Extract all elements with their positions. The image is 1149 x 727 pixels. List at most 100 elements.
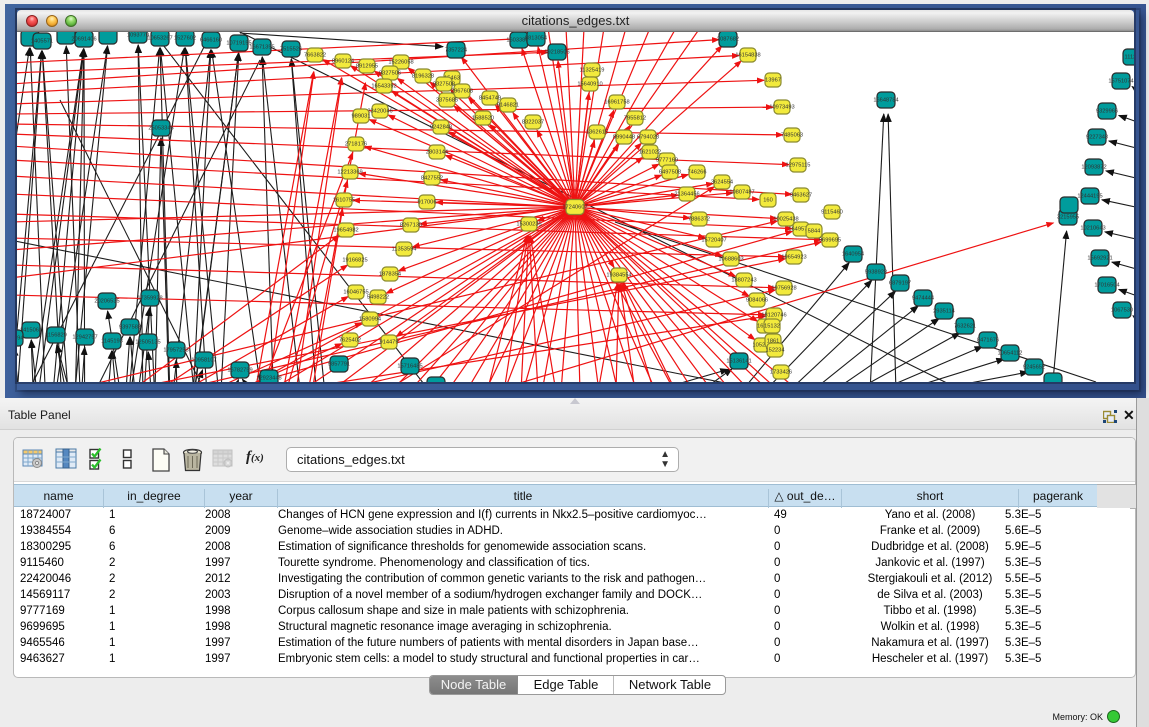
svg-text:9227343: 9227343 xyxy=(1086,135,1108,141)
svg-text:9474444: 9474444 xyxy=(912,296,934,302)
svg-text:6497508: 6497508 xyxy=(659,170,681,176)
svg-text:917006: 917006 xyxy=(418,200,437,206)
svg-text:8990448: 8990448 xyxy=(613,135,635,141)
svg-text:5844: 5844 xyxy=(808,229,821,235)
svg-text:16671355: 16671355 xyxy=(249,45,274,51)
svg-text:914479: 914479 xyxy=(380,340,399,346)
svg-text:13967: 13967 xyxy=(765,78,781,84)
svg-text:17957253: 17957253 xyxy=(163,348,188,354)
svg-text:2803144: 2803144 xyxy=(426,150,448,156)
svg-text:12093872: 12093872 xyxy=(1081,165,1106,171)
svg-text:20206535: 20206535 xyxy=(94,299,119,305)
svg-text:17240607: 17240607 xyxy=(562,205,587,211)
svg-text:20691406: 20691406 xyxy=(71,37,96,43)
svg-text:19756928: 19756928 xyxy=(771,286,796,292)
svg-text:21364456: 21364456 xyxy=(674,192,699,198)
svg-text:15136141: 15136141 xyxy=(726,359,751,365)
svg-text:12213369: 12213369 xyxy=(337,170,362,176)
svg-text:9327506: 9327506 xyxy=(379,71,401,77)
svg-text:25053346: 25053346 xyxy=(148,126,173,132)
svg-text:15132: 15132 xyxy=(764,324,780,330)
svg-text:15751074: 15751074 xyxy=(1108,79,1133,85)
svg-text:7955812: 7955812 xyxy=(624,116,646,122)
svg-text:3375685: 3375685 xyxy=(436,98,458,104)
svg-text:1878354: 1878354 xyxy=(379,272,401,278)
svg-text:8196328: 8196328 xyxy=(412,74,434,80)
svg-text:1067530: 1067530 xyxy=(1111,308,1133,314)
svg-text:11353594: 11353594 xyxy=(392,247,417,253)
svg-text:10958107: 10958107 xyxy=(191,358,216,364)
svg-text:15640910: 15640910 xyxy=(577,82,602,88)
svg-text:1362615: 1362615 xyxy=(586,130,608,136)
svg-text:1156829: 1156829 xyxy=(45,333,67,339)
svg-text:2718176: 2718176 xyxy=(345,142,367,148)
svg-text:8267130: 8267130 xyxy=(400,223,422,229)
svg-text:7515526: 7515526 xyxy=(280,47,302,53)
svg-text:17016504: 17016504 xyxy=(1094,283,1119,289)
svg-text:3624554: 3624554 xyxy=(711,180,733,186)
svg-text:7886372: 7886372 xyxy=(688,217,710,223)
svg-text:8912955: 8912955 xyxy=(356,64,378,70)
svg-text:10653267: 10653267 xyxy=(147,36,172,42)
svg-text:7632621: 7632621 xyxy=(954,324,976,330)
svg-text:7625402: 7625402 xyxy=(339,338,361,344)
svg-text:3215955: 3215955 xyxy=(1057,215,1079,221)
svg-text:5938923: 5938923 xyxy=(865,270,887,276)
svg-text:9857791: 9857791 xyxy=(328,362,350,368)
svg-text:16648784: 16648784 xyxy=(873,98,898,104)
svg-text:8322037: 8322037 xyxy=(522,120,544,126)
svg-text:15300235: 15300235 xyxy=(516,222,541,228)
svg-text:15720407: 15720407 xyxy=(701,238,726,244)
svg-text:9084066: 9084066 xyxy=(746,298,768,304)
svg-text:10688603: 10688603 xyxy=(718,257,743,263)
svg-text:15716485: 15716485 xyxy=(397,364,422,370)
svg-text:12505135: 12505135 xyxy=(135,340,160,346)
svg-text:9146821: 9146821 xyxy=(497,103,519,109)
svg-text:11325419: 11325419 xyxy=(580,68,605,74)
svg-text:5498222: 5498222 xyxy=(367,295,389,301)
svg-text:19218506: 19218506 xyxy=(544,50,569,56)
svg-text:9699695: 9699695 xyxy=(819,238,841,244)
svg-text:6879197: 6879197 xyxy=(889,281,911,287)
svg-text:152234: 152234 xyxy=(766,348,785,354)
svg-text:6794028: 6794028 xyxy=(637,135,659,141)
svg-text:1610755: 1610755 xyxy=(333,198,355,204)
svg-text:2935114: 2935114 xyxy=(933,309,955,315)
svg-text:7357224: 7357224 xyxy=(445,48,467,54)
svg-text:10719155: 10719155 xyxy=(226,41,251,47)
svg-text:8813054: 8813054 xyxy=(525,36,547,42)
svg-text:9397588: 9397588 xyxy=(119,325,141,331)
svg-text:1527602: 1527602 xyxy=(174,36,196,42)
svg-text:1405571: 1405571 xyxy=(31,39,53,45)
svg-text:9242848: 9242848 xyxy=(430,125,452,131)
svg-text:8471676: 8471676 xyxy=(977,338,999,344)
svg-text:12975115: 12975115 xyxy=(786,163,811,169)
svg-text:1733426: 1733426 xyxy=(770,370,792,376)
svg-text:1145193: 1145193 xyxy=(101,339,123,345)
svg-text:15692921: 15692921 xyxy=(1087,256,1112,262)
svg-text:16154838: 16154838 xyxy=(735,53,760,59)
svg-text:991394: 991394 xyxy=(17,336,23,342)
svg-text:12942757: 12942757 xyxy=(72,335,97,341)
svg-text:9245652: 9245652 xyxy=(1023,365,1045,371)
svg-text:9463627: 9463627 xyxy=(790,193,812,199)
svg-text:2967608: 2967608 xyxy=(451,89,473,95)
svg-text:1588520: 1588520 xyxy=(472,116,494,122)
svg-text:9777169: 9777169 xyxy=(656,158,678,164)
svg-text:7485063: 7485063 xyxy=(781,133,803,139)
svg-text:10973493: 10973493 xyxy=(769,105,794,111)
svg-text:15226058: 15226058 xyxy=(388,60,413,66)
svg-text:7663822: 7663822 xyxy=(304,53,326,59)
svg-text:9327508: 9327508 xyxy=(433,82,455,88)
svg-text:9329966: 9329966 xyxy=(1096,109,1118,115)
svg-text:10807487: 10807487 xyxy=(729,190,754,196)
svg-text:17359928: 17359928 xyxy=(137,296,162,302)
svg-text:16543392: 16543392 xyxy=(371,84,396,90)
svg-text:16046755: 16046755 xyxy=(343,290,368,296)
svg-text:19654923: 19654923 xyxy=(781,255,806,261)
svg-text:19384554: 19384554 xyxy=(606,273,631,279)
svg-text:19166825: 19166825 xyxy=(342,258,367,264)
svg-text:8454749: 8454749 xyxy=(479,96,501,102)
svg-text:2087682: 2087682 xyxy=(717,37,739,43)
svg-text:10654112: 10654112 xyxy=(998,351,1023,357)
